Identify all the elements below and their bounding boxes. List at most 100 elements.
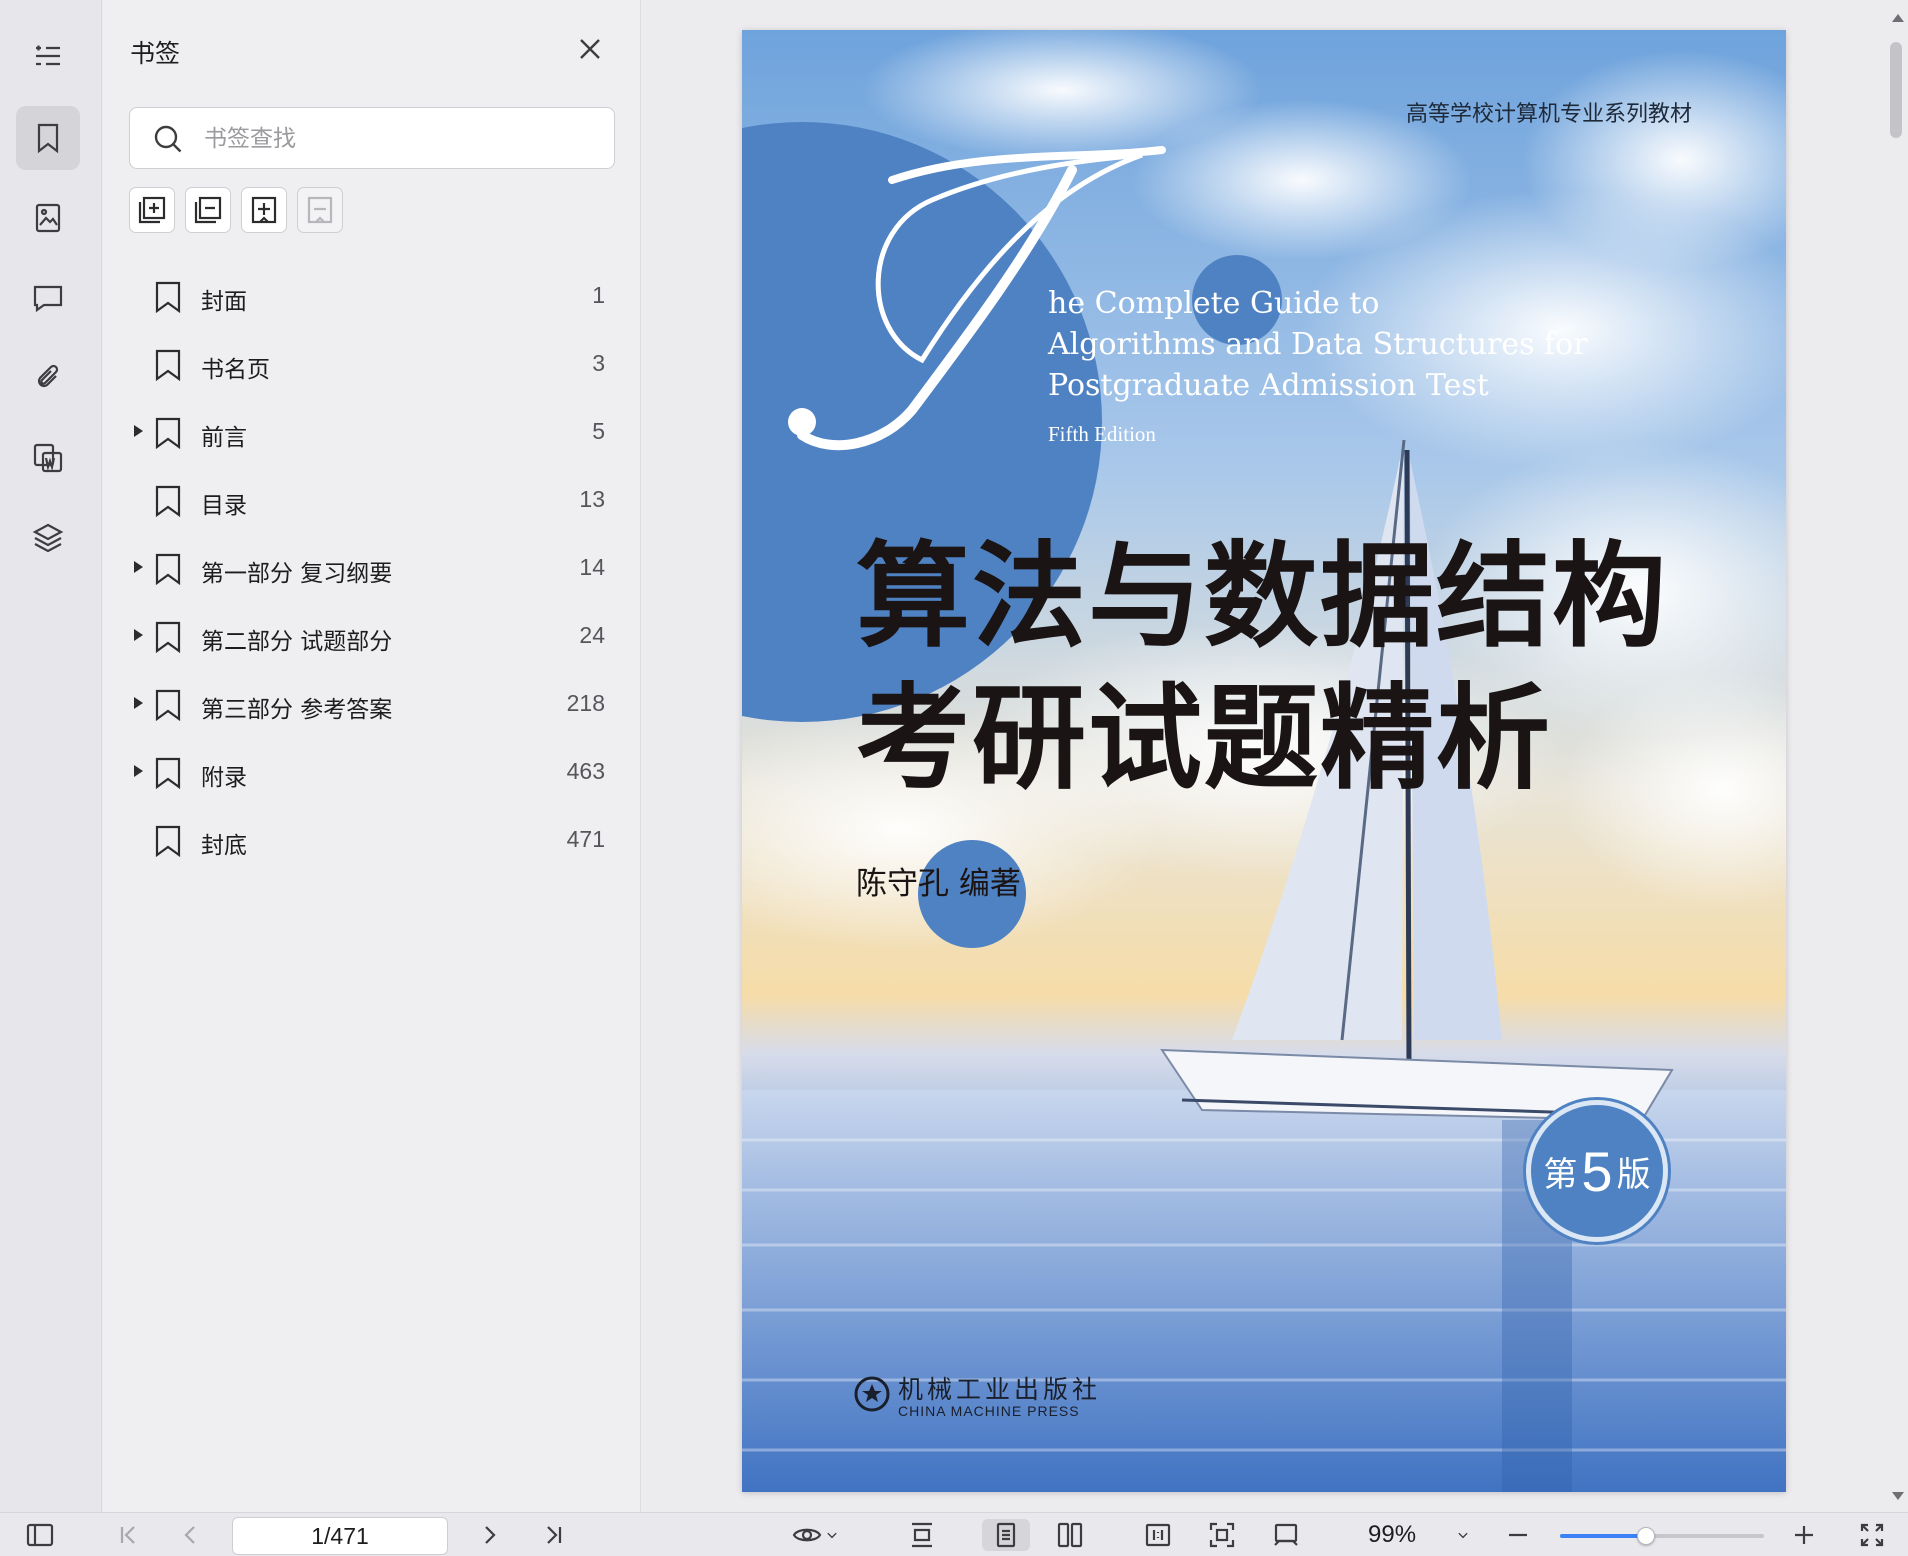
bookmark-page-number: 5 — [592, 418, 605, 444]
cover-title-line: 考研试题精析 — [856, 671, 1553, 805]
bookmark-icon — [153, 348, 183, 382]
fullscreen-icon[interactable] — [1854, 1519, 1890, 1551]
add-bookmark-icon — [251, 196, 277, 224]
expand-caret-icon[interactable] — [134, 629, 143, 641]
bookmark-page-number: 1 — [592, 282, 605, 308]
bookmark-icon — [153, 824, 183, 858]
fit-page-icon[interactable] — [1204, 1519, 1240, 1551]
toggle-sidebar-icon[interactable] — [22, 1519, 58, 1551]
badge-suffix: 版 — [1616, 1154, 1651, 1195]
collapse-all-button[interactable] — [185, 187, 231, 233]
outline-icon[interactable] — [16, 24, 80, 88]
bookmark-label: 书名页 — [201, 357, 270, 383]
cover-english-line: Postgraduate Admission Test — [1048, 368, 1489, 403]
bookmark-label: 封面 — [201, 289, 247, 315]
comment-icon[interactable] — [16, 266, 80, 330]
panel-title: 书签 — [130, 39, 181, 68]
cover-edition: Fifth Edition — [1048, 422, 1156, 446]
remove-bookmark-icon — [307, 196, 333, 224]
bookmark-icon — [153, 552, 183, 586]
fit-width-icon[interactable] — [1268, 1519, 1304, 1551]
collapse-all-icon — [194, 196, 222, 224]
eye-icon — [792, 1528, 822, 1542]
single-page-view-icon[interactable] — [982, 1519, 1030, 1551]
bookmark-icon — [153, 416, 183, 450]
page-number-input[interactable]: 1/471 — [232, 1517, 448, 1555]
add-bookmark-button[interactable] — [241, 187, 287, 233]
document-viewport[interactable]: 高等学校计算机专业系列教材 he Complete Guide to Algor… — [642, 0, 1908, 1512]
bookmark-item[interactable]: 封面 1 — [103, 262, 641, 330]
chevron-down-icon — [827, 1532, 837, 1539]
bookmark-label: 第二部分 试题部分 — [201, 629, 393, 655]
zoom-slider[interactable] — [1560, 1527, 1764, 1545]
last-page-icon[interactable] — [536, 1519, 572, 1551]
bookmark-icon — [153, 620, 183, 654]
zoom-level[interactable]: 99% — [1368, 1521, 1416, 1549]
expand-caret-icon[interactable] — [134, 425, 143, 437]
zoom-dropdown-chevron-icon[interactable] — [1448, 1519, 1478, 1551]
previous-page-icon[interactable] — [172, 1519, 208, 1551]
bookmark-icon — [153, 688, 183, 722]
next-page-icon[interactable] — [472, 1519, 508, 1551]
expand-caret-icon[interactable] — [134, 765, 143, 777]
expand-caret-icon[interactable] — [134, 561, 143, 573]
cover-title: 算法与数据结构 考研试题精析 — [856, 525, 1668, 809]
zoom-out-icon[interactable] — [1500, 1519, 1536, 1551]
bookmark-page-number: 14 — [579, 554, 605, 580]
bookmark-item[interactable]: 书名页 3 — [103, 330, 641, 398]
expand-all-icon — [138, 196, 166, 224]
bookmark-item[interactable]: 第三部分 参考答案 218 — [103, 670, 641, 738]
bookmark-panel-icon[interactable] — [16, 106, 80, 170]
read-mode-dropdown[interactable] — [786, 1519, 846, 1551]
bookmark-icon — [153, 756, 183, 790]
sidebar-rail — [0, 0, 102, 1512]
bookmark-item[interactable]: 前言 5 — [103, 398, 641, 466]
close-icon[interactable] — [575, 34, 605, 64]
scroll-down-arrow-icon[interactable] — [1892, 1492, 1904, 1500]
bookmark-icon — [153, 484, 183, 518]
bookmark-item[interactable]: 第一部分 复习纲要 14 — [103, 534, 641, 602]
convert-word-icon[interactable] — [16, 426, 80, 490]
vertical-scrollbar[interactable] — [1890, 42, 1902, 138]
search-input[interactable] — [204, 122, 594, 156]
bookmark-page-number: 463 — [566, 758, 605, 784]
attachment-icon[interactable] — [16, 346, 80, 410]
scroll-up-arrow-icon[interactable] — [1892, 14, 1904, 22]
bookmark-page-number: 13 — [579, 486, 605, 512]
expand-caret-icon[interactable] — [134, 697, 143, 709]
badge-prefix: 第 — [1543, 1154, 1578, 1195]
bookmark-page-number: 471 — [566, 826, 605, 852]
bookmark-icon — [153, 280, 183, 314]
actual-size-icon[interactable] — [1140, 1519, 1176, 1551]
search-icon — [154, 125, 182, 153]
bookmark-label: 目录 — [201, 493, 247, 519]
bookmark-item[interactable]: 封底 471 — [103, 806, 641, 874]
cover-english-line: Algorithms and Data Structures for — [1048, 327, 1588, 362]
thumbnail-icon[interactable] — [16, 186, 80, 250]
cover-english-line: he Complete Guide to — [1048, 286, 1380, 321]
two-page-view-icon[interactable] — [1052, 1519, 1088, 1551]
layers-icon[interactable] — [16, 506, 80, 570]
expand-all-button[interactable] — [129, 187, 175, 233]
bookmark-label: 封底 — [201, 833, 247, 859]
bookmark-item[interactable]: 第二部分 试题部分 24 — [103, 602, 641, 670]
bookmark-label: 前言 — [201, 425, 247, 451]
cover-series: 高等学校计算机专业系列教材 — [1406, 102, 1693, 127]
pdf-page: 高等学校计算机专业系列教材 he Complete Guide to Algor… — [742, 30, 1786, 1492]
first-page-icon[interactable] — [110, 1519, 146, 1551]
bottom-toolbar: 1/471 99% — [0, 1512, 1908, 1556]
zoom-in-icon[interactable] — [1786, 1519, 1822, 1551]
remove-bookmark-button[interactable] — [297, 187, 343, 233]
zoom-slider-thumb[interactable] — [1636, 1527, 1655, 1545]
bookmark-label: 第一部分 复习纲要 — [201, 561, 393, 587]
bookmark-list: 封面 1 书名页 3 前言 5 目录 13 第一部分 复习纲要 14 第二部分 试题部分 24 第三部分… — [103, 262, 641, 874]
bookmark-search — [129, 107, 615, 169]
bookmark-label: 附录 — [201, 765, 247, 791]
bookmark-page-number: 218 — [566, 690, 605, 716]
publisher-name-cn: 机械工业出版社 — [898, 1375, 1102, 1404]
fit-height-icon[interactable] — [904, 1519, 940, 1551]
bookmark-item[interactable]: 目录 13 — [103, 466, 641, 534]
publisher-logo-icon — [854, 1376, 890, 1412]
publisher-name-en: CHINA MACHINE PRESS — [898, 1403, 1080, 1419]
bookmark-item[interactable]: 附录 463 — [103, 738, 641, 806]
